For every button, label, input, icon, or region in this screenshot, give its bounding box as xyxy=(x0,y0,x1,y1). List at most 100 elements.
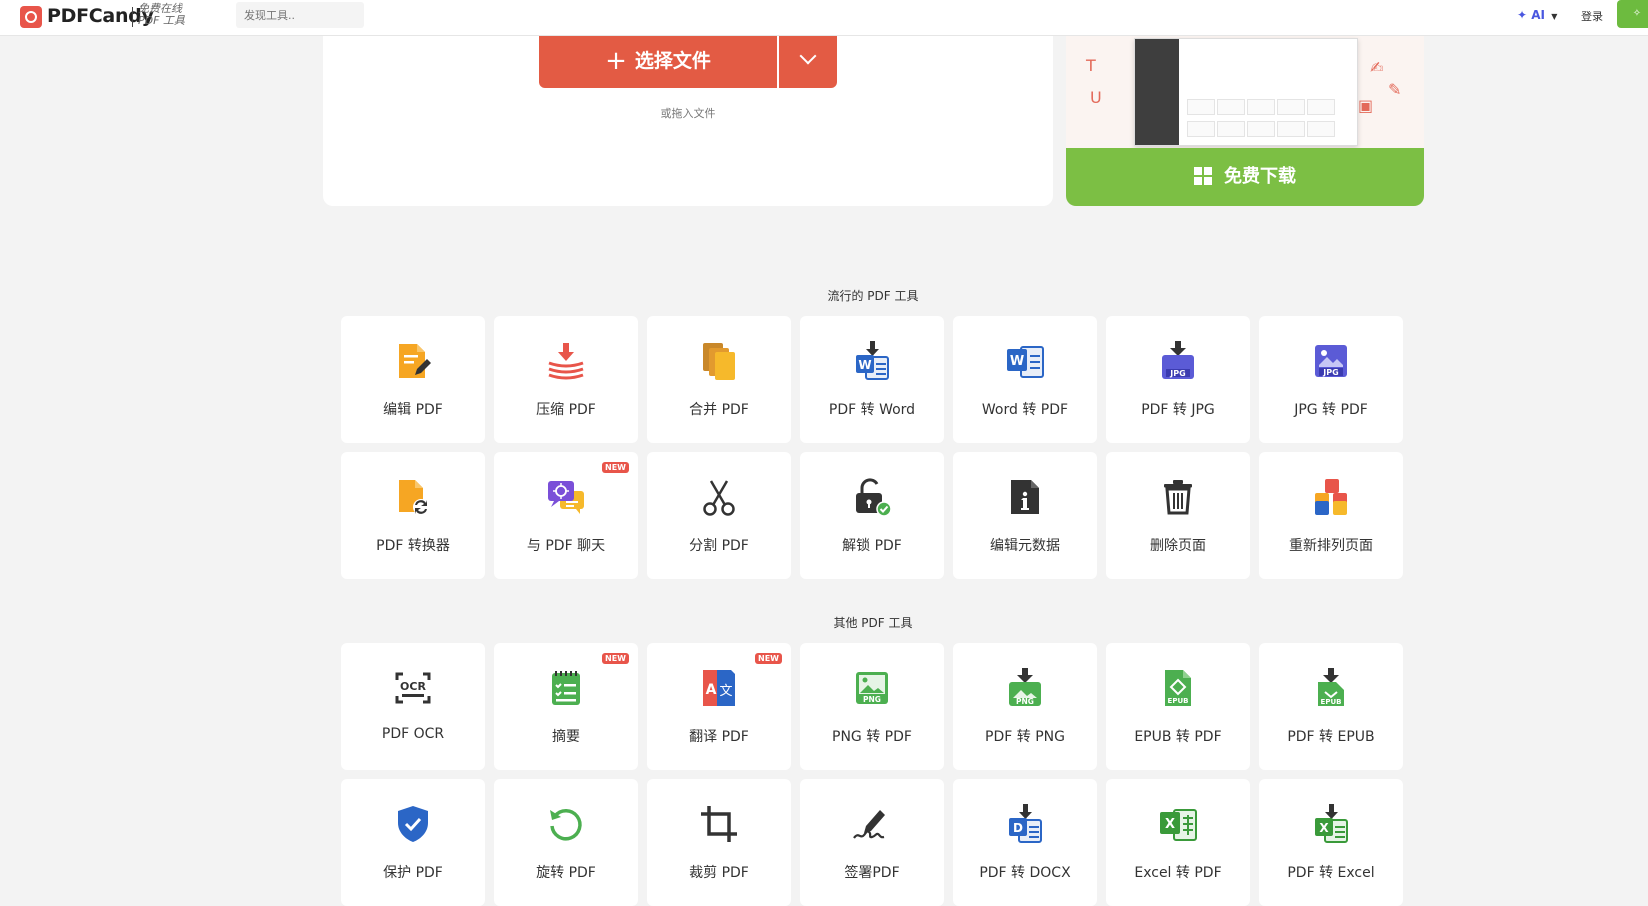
tool-tile[interactable]: 摘要 NEW xyxy=(494,643,638,770)
ai-label: AI xyxy=(1531,8,1546,22)
tool-label: 压缩 PDF xyxy=(536,402,596,418)
tool-tile[interactable]: W PDF 转 Word xyxy=(800,316,944,443)
upload-source-dropdown[interactable] xyxy=(779,36,837,88)
tool-label: PDF 转 Excel xyxy=(1287,865,1375,881)
logo-divider xyxy=(132,7,133,27)
app-tool-mock xyxy=(1247,99,1275,115)
tool-tile[interactable]: 裁剪 PDF xyxy=(647,779,791,906)
tool-tile[interactable]: 编辑元数据 xyxy=(953,452,1097,579)
tool-tile[interactable]: JPG JPG 转 PDF xyxy=(1259,316,1403,443)
chat-pdf-icon xyxy=(546,477,586,517)
choose-file-button[interactable]: + 选择文件 xyxy=(539,36,777,88)
tool-label: 翻译 PDF xyxy=(689,729,749,745)
tool-tile[interactable]: JPG PDF 转 JPG xyxy=(1106,316,1250,443)
pdf-to-jpg-icon: JPG xyxy=(1158,341,1198,381)
pdf-to-png-icon: PNG xyxy=(1005,668,1045,708)
other-tools-grid: OCR PDF OCR 摘要 NEW A 文翻译 PDF NEW PNG PNG 转 PDF PN… xyxy=(341,643,1403,906)
new-badge: NEW xyxy=(755,653,782,664)
tool-label: PDF 转 PNG xyxy=(985,729,1065,745)
app-window-mockup xyxy=(1134,38,1358,146)
free-download-label: 免费下载 xyxy=(1224,166,1296,187)
tool-label: 签署PDF xyxy=(844,865,900,881)
merge-pdf-icon xyxy=(699,341,739,381)
pdf-to-word-icon: W xyxy=(852,341,892,381)
pdf-to-epub-icon: EPUB xyxy=(1311,668,1351,708)
tool-tile[interactable]: 编辑 PDF xyxy=(341,316,485,443)
tool-search-input[interactable] xyxy=(236,2,364,28)
tool-tile[interactable]: PNG PDF 转 PNG xyxy=(953,643,1097,770)
image-doodle-icon: ▣ xyxy=(1358,96,1374,115)
signature-doodle-icon: ✍ xyxy=(1370,58,1384,77)
sparkle-icon: ✧ xyxy=(1632,8,1642,19)
excel-to-pdf-icon: X xyxy=(1158,804,1198,844)
tool-label: 保护 PDF xyxy=(383,865,443,881)
login-link[interactable]: 登录 xyxy=(1581,8,1603,24)
tool-label: 合并 PDF xyxy=(689,402,749,418)
tool-label: 摘要 xyxy=(552,729,580,745)
tool-tile[interactable]: 保护 PDF xyxy=(341,779,485,906)
ai-menu-button[interactable]: ✦ AI ▼ xyxy=(1517,8,1557,22)
tool-label: PDF 转 JPG xyxy=(1141,402,1215,418)
svg-text:X: X xyxy=(1319,821,1329,835)
tool-label: PNG 转 PDF xyxy=(832,729,912,745)
pdfcandy-logo-icon[interactable] xyxy=(20,6,42,28)
tool-label: PDF 转换器 xyxy=(376,538,450,554)
desktop-app-promo[interactable]: T U ✍ ✎ ▣ 免费下载 xyxy=(1066,36,1424,206)
tool-label: Excel 转 PDF xyxy=(1134,865,1222,881)
app-tool-mock xyxy=(1217,99,1245,115)
tool-tile[interactable]: A 文翻译 PDF NEW xyxy=(647,643,791,770)
top-bar: PDFCandy 免费在线 PDF 工具 ✦ AI ▼ 登录 ✧ xyxy=(0,0,1648,36)
rearrange-icon xyxy=(1311,477,1351,517)
edit-pdf-icon xyxy=(393,341,433,381)
tool-tile[interactable]: X Excel 转 PDF xyxy=(1106,779,1250,906)
tool-tile[interactable]: PDF 转换器 xyxy=(341,452,485,579)
svg-text:PNG: PNG xyxy=(863,695,881,704)
tool-label: PDF 转 Word xyxy=(828,402,916,418)
tool-tile[interactable]: D PDF 转 DOCX xyxy=(953,779,1097,906)
tool-label: 删除页面 xyxy=(1150,538,1206,554)
svg-text:W: W xyxy=(1010,354,1024,369)
app-tool-mock xyxy=(1247,121,1275,137)
tool-label: 裁剪 PDF xyxy=(689,865,749,881)
sparkle-icon: ✦ xyxy=(1517,8,1528,22)
crop-icon xyxy=(699,804,739,844)
tool-tile[interactable]: 分割 PDF xyxy=(647,452,791,579)
popular-tools-heading: 流行的 PDF 工具 xyxy=(827,289,919,303)
pencil-doodle-icon: ✎ xyxy=(1388,80,1402,99)
tool-label: Word 转 PDF xyxy=(981,402,1069,418)
tool-tile[interactable]: 合并 PDF xyxy=(647,316,791,443)
svg-text:D: D xyxy=(1013,821,1023,835)
tool-tile[interactable]: 重新排列页面 xyxy=(1259,452,1403,579)
svg-text:文: 文 xyxy=(719,684,732,699)
tool-tile[interactable]: X PDF 转 Excel xyxy=(1259,779,1403,906)
tool-label: 编辑元数据 xyxy=(990,538,1060,554)
tool-tile[interactable]: EPUB PDF 转 EPUB xyxy=(1259,643,1403,770)
pdf-to-excel-icon: X xyxy=(1311,804,1351,844)
tool-tile[interactable]: 签署PDF xyxy=(800,779,944,906)
tool-tile[interactable]: 与 PDF 聊天 NEW xyxy=(494,452,638,579)
tool-tile[interactable]: OCR PDF OCR xyxy=(341,643,485,770)
tool-label: PDF 转 EPUB xyxy=(1287,729,1375,745)
tool-label: EPUB 转 PDF xyxy=(1134,729,1222,745)
svg-text:EPUB: EPUB xyxy=(1168,697,1189,705)
text-tool-doodle-icon: T xyxy=(1086,56,1096,75)
jpg-to-pdf-icon: JPG xyxy=(1311,341,1351,381)
tool-tile[interactable]: PNG PNG 转 PDF xyxy=(800,643,944,770)
tool-tile[interactable]: 压缩 PDF xyxy=(494,316,638,443)
tool-tile[interactable]: EPUB EPUB 转 PDF xyxy=(1106,643,1250,770)
app-sidebar-mockup xyxy=(1135,39,1179,145)
summary-icon xyxy=(546,668,586,708)
scissors-icon xyxy=(699,477,739,517)
header-cta-button[interactable]: ✧ xyxy=(1617,0,1648,28)
tool-tile[interactable]: W Word 转 PDF xyxy=(953,316,1097,443)
pdf-converter-icon xyxy=(393,477,433,517)
free-download-button[interactable]: 免费下载 xyxy=(1066,148,1424,206)
tool-label: PDF 转 DOCX xyxy=(979,865,1071,881)
tool-tile[interactable]: 旋转 PDF xyxy=(494,779,638,906)
translate-icon: A文 xyxy=(699,668,739,708)
tool-tile[interactable]: 删除页面 xyxy=(1106,452,1250,579)
sign-icon xyxy=(852,804,892,844)
tool-label: 重新排列页面 xyxy=(1289,538,1373,554)
rotate-icon xyxy=(546,804,586,844)
tool-tile[interactable]: 解锁 PDF xyxy=(800,452,944,579)
